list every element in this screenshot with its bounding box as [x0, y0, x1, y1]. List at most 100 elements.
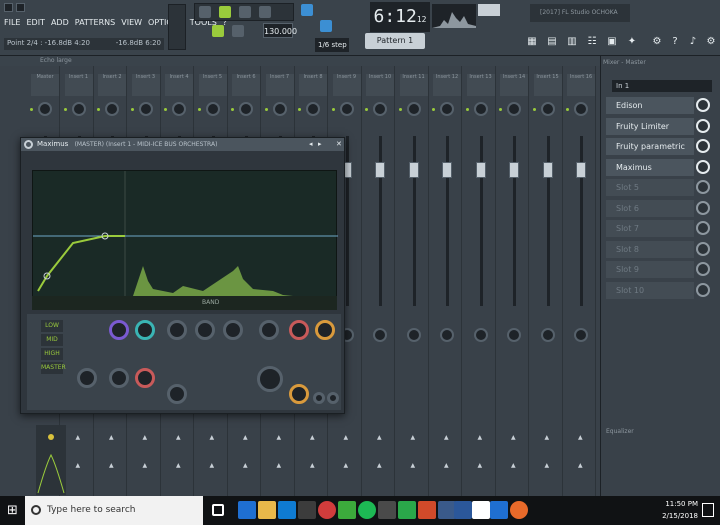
- app-icon-1[interactable]: [338, 501, 356, 519]
- mixer-track[interactable]: Insert 16 ▲ ▲: [566, 66, 596, 496]
- track-route-arrow-icon[interactable]: ▲: [344, 434, 349, 441]
- release-knob[interactable]: [289, 320, 309, 340]
- effect-slot-mix-knob[interactable]: [696, 159, 710, 174]
- track-mute-led[interactable]: [30, 108, 33, 111]
- track-volume-fader[interactable]: [442, 162, 452, 178]
- effect-slot-mix-knob[interactable]: [696, 139, 710, 153]
- band-high-button[interactable]: HIGH: [41, 348, 63, 360]
- track-route-arrow-icon[interactable]: ▲: [545, 434, 550, 441]
- plugin-close-icon[interactable]: ✕: [336, 140, 342, 148]
- snap-button[interactable]: [301, 4, 313, 16]
- track-pan-knob[interactable]: [440, 102, 454, 116]
- file-explorer-icon[interactable]: [258, 501, 276, 519]
- track-mute-led[interactable]: [264, 108, 268, 111]
- track-send-arrow-icon[interactable]: ▲: [511, 462, 516, 469]
- track-pan-knob[interactable]: [473, 102, 488, 116]
- track-route-arrow-icon[interactable]: ▲: [578, 434, 583, 441]
- track-pan-knob[interactable]: [574, 102, 588, 116]
- effect-slot[interactable]: Fruity parametric EQ 2: [606, 138, 694, 168]
- stereo-knob[interactable]: [313, 392, 325, 404]
- track-pan-knob[interactable]: [507, 102, 521, 116]
- track-route-arrow-icon[interactable]: ▲: [176, 434, 181, 441]
- snap-selector[interactable]: 1/6 step: [315, 38, 349, 52]
- plugin-gear-icon[interactable]: [24, 140, 33, 149]
- band-attack-knob[interactable]: [109, 368, 129, 388]
- effect-slot-mix-knob[interactable]: [696, 262, 710, 276]
- effect-slot[interactable]: Slot 6: [606, 199, 694, 217]
- mixer-track[interactable]: Insert 10 ▲ ▲: [365, 66, 395, 496]
- track-send-arrow-icon[interactable]: ▲: [545, 462, 550, 469]
- track-stereo-knob[interactable]: [373, 328, 387, 342]
- plugin-display[interactable]: [32, 170, 338, 310]
- spotify-icon[interactable]: [358, 501, 376, 519]
- track-stereo-knob[interactable]: [574, 328, 588, 342]
- help-icon[interactable]: ?: [668, 33, 682, 51]
- track-pan-knob[interactable]: [105, 102, 119, 116]
- gain-knob[interactable]: [223, 320, 243, 340]
- effect-slot-mix-knob[interactable]: [696, 221, 710, 235]
- effect-slot-mix-knob[interactable]: [696, 200, 710, 215]
- track-pan-knob[interactable]: [172, 102, 186, 116]
- track-send-arrow-icon[interactable]: ▲: [411, 462, 416, 469]
- track-pan-knob[interactable]: [540, 102, 555, 116]
- menu-edit[interactable]: EDIT: [26, 18, 44, 27]
- pre-gain-knob[interactable]: [109, 320, 129, 340]
- track-mute-led[interactable]: [97, 108, 100, 111]
- attack-knob[interactable]: [259, 320, 279, 340]
- menu-file[interactable]: FILE: [4, 18, 20, 27]
- app-icon-2[interactable]: [378, 501, 396, 519]
- start-windows-icon[interactable]: ⊞: [0, 496, 25, 525]
- track-send-arrow-icon[interactable]: ▲: [76, 462, 81, 469]
- track-send-arrow-icon[interactable]: ▲: [444, 462, 449, 469]
- track-pan-knob[interactable]: [406, 102, 421, 116]
- track-pan-knob[interactable]: [339, 102, 354, 116]
- track-route-arrow-icon[interactable]: ▲: [76, 434, 81, 441]
- track-pan-knob[interactable]: [272, 102, 287, 116]
- output-knob[interactable]: [257, 366, 283, 392]
- track-route-arrow-icon[interactable]: ▲: [377, 434, 382, 441]
- app-icon-7[interactable]: [490, 501, 508, 519]
- track-volume-fader[interactable]: [375, 162, 385, 178]
- track-route-arrow-icon[interactable]: ▲: [277, 434, 282, 441]
- mixer-track[interactable]: Insert 14 ▲ ▲: [499, 66, 529, 496]
- effect-slot[interactable]: Edison: [606, 97, 694, 114]
- track-pan-knob[interactable]: [38, 102, 52, 116]
- playlist-icon[interactable]: ▦: [525, 33, 539, 51]
- track-pan-knob[interactable]: [373, 102, 387, 116]
- plugin-prev-icon[interactable]: ◂: [309, 140, 313, 148]
- track-stereo-knob[interactable]: [440, 328, 454, 342]
- track-mute-led[interactable]: [398, 108, 402, 111]
- track-send-arrow-icon[interactable]: ▲: [478, 462, 483, 469]
- track-mute-led[interactable]: [197, 108, 201, 111]
- menu-view[interactable]: VIEW: [121, 18, 142, 27]
- maximus-plugin-window[interactable]: Maximus (MASTER) (Insert 1 - MIDI-ICE BU…: [20, 137, 345, 414]
- effect-slot[interactable]: Slot 7: [606, 220, 694, 237]
- track-send-arrow-icon[interactable]: ▲: [210, 462, 215, 469]
- mixer-icon[interactable]: ☷: [585, 33, 599, 51]
- track-pan-knob[interactable]: [239, 102, 253, 116]
- track-mute-led[interactable]: [164, 108, 167, 111]
- notification-icon[interactable]: [702, 503, 714, 517]
- track-mute-led[interactable]: [532, 108, 536, 111]
- track-mute-led[interactable]: [465, 108, 469, 111]
- menu-patterns[interactable]: PATTERNS: [75, 18, 115, 27]
- track-mute-led[interactable]: [566, 108, 569, 111]
- track-route-arrow-icon[interactable]: ▲: [109, 434, 114, 441]
- track-volume-fader[interactable]: [408, 162, 419, 178]
- track-pan-knob[interactable]: [71, 102, 86, 116]
- menu-add[interactable]: ADD: [51, 18, 69, 27]
- track-route-arrow-icon[interactable]: ▲: [310, 434, 315, 441]
- effect-slot[interactable]: Slot 9: [606, 261, 694, 278]
- track-pan-knob[interactable]: [205, 102, 220, 116]
- settings-icon[interactable]: ⚙: [704, 33, 718, 51]
- play-icon[interactable]: [219, 6, 231, 18]
- record-icon[interactable]: [259, 6, 271, 18]
- mail-icon[interactable]: [298, 501, 316, 519]
- mix-knob[interactable]: [135, 320, 155, 340]
- track-stereo-knob[interactable]: [507, 328, 521, 342]
- app-icon-3[interactable]: [398, 501, 416, 519]
- effect-slot[interactable]: Fruity Limiter: [606, 117, 694, 135]
- tempo-display[interactable]: 130.000: [263, 23, 297, 38]
- track-send-arrow-icon[interactable]: ▲: [277, 462, 282, 469]
- fl-studio-icon[interactable]: [510, 501, 528, 519]
